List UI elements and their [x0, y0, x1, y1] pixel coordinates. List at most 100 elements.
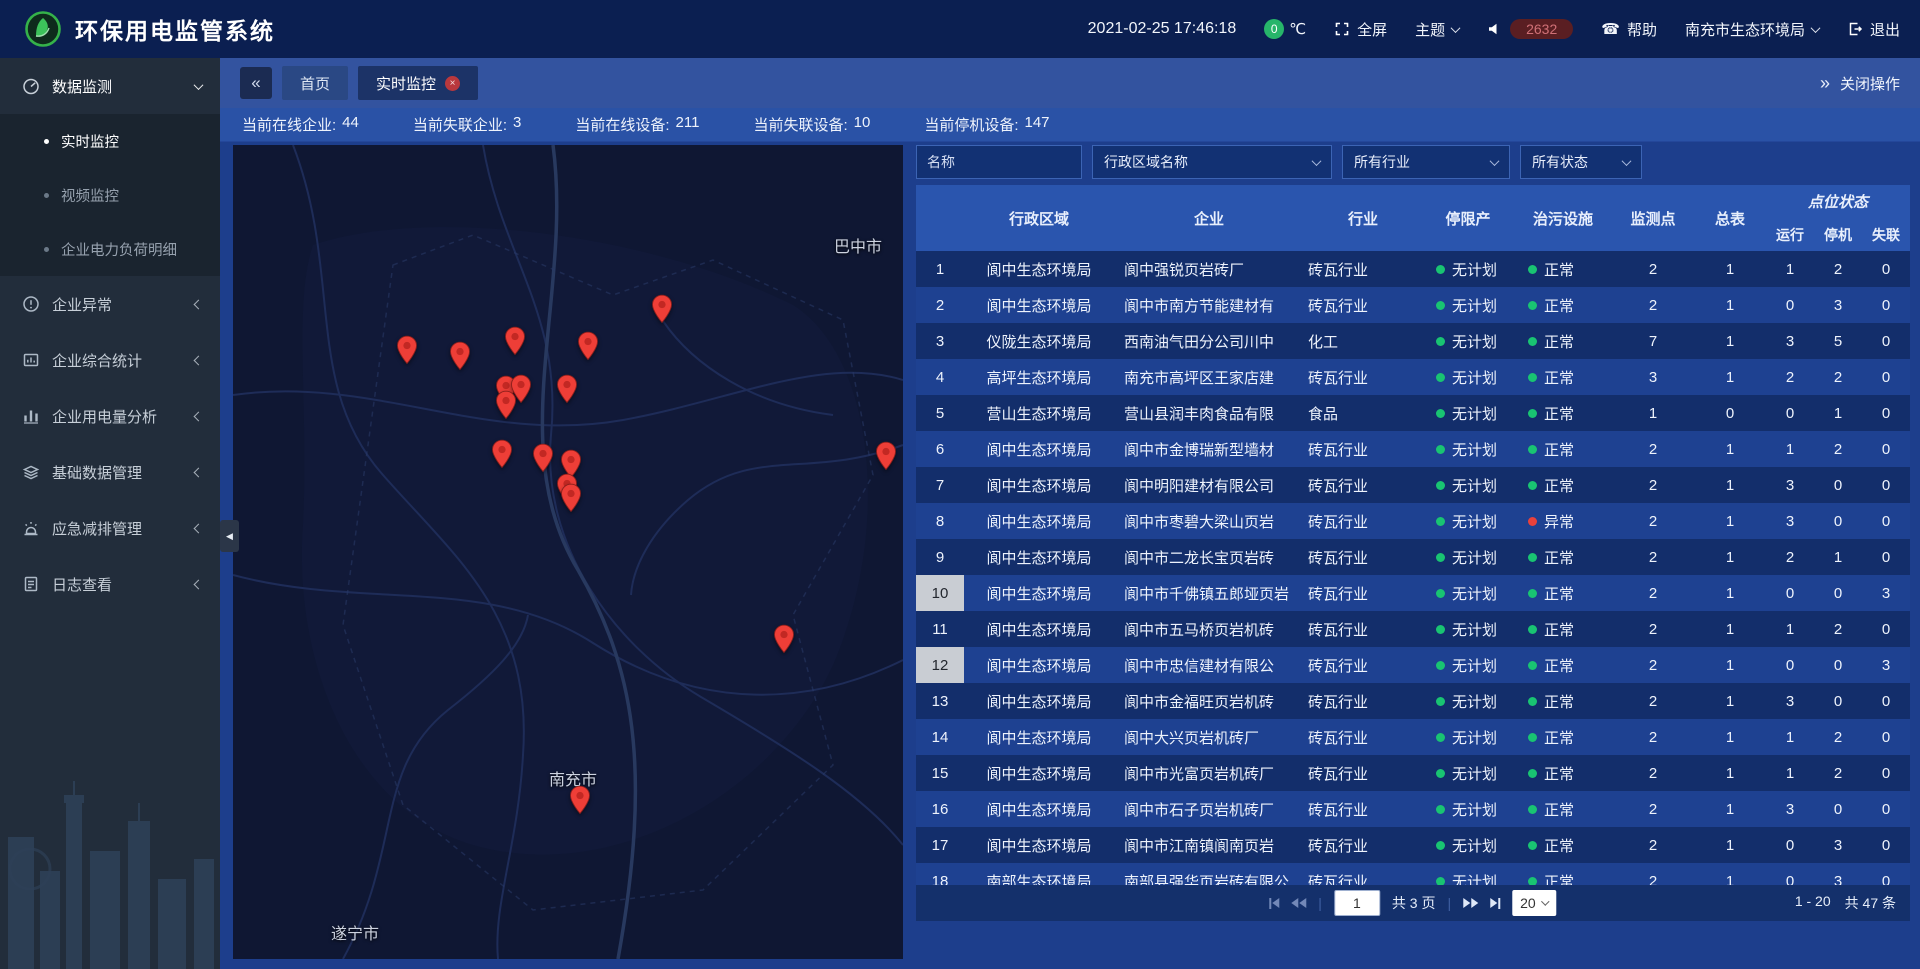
close-operations-button[interactable]: 关闭操作	[1840, 73, 1900, 94]
tab-home[interactable]: 首页	[282, 66, 348, 100]
next-page-button[interactable]	[1463, 898, 1478, 908]
table-row[interactable]: 10 阆中生态环境局 阆中市千佛镇五郎垭页岩 砖瓦行业 无计划	[916, 575, 1910, 611]
cell-disconnected: 0	[1862, 549, 1910, 566]
sidebar-item-realtime-monitor[interactable]: 实时监控	[0, 114, 220, 168]
cell-index: 13	[916, 683, 964, 719]
map-pin-icon[interactable]	[569, 785, 591, 814]
map-pin-icon[interactable]	[449, 341, 471, 370]
map-pin-icon[interactable]	[504, 326, 526, 355]
status-dot-icon	[1528, 553, 1537, 562]
fullscreen-label: 全屏	[1357, 19, 1387, 40]
cell-facility-status: 正常	[1514, 871, 1612, 886]
cell-running: 1	[1766, 261, 1814, 278]
map-pin-icon[interactable]	[491, 439, 513, 468]
cell-company: 阆中市江南镇阆南页岩	[1114, 835, 1304, 856]
scroll-tabs-right-button[interactable]: »	[1820, 67, 1830, 99]
map-pin-icon[interactable]	[556, 374, 578, 403]
table-row[interactable]: 18 南部生态环境局 南部县强华页岩砖有限公 砖瓦行业 无计划	[916, 863, 1910, 885]
cell-stopped: 2	[1814, 441, 1862, 458]
map-pin-icon[interactable]	[396, 335, 418, 364]
map-panel[interactable]: 巴中市 南充市 遂宁市	[233, 145, 903, 959]
table-row[interactable]: 15 阆中生态环境局 阆中市光富页岩机砖厂 砖瓦行业 无计划	[916, 755, 1910, 791]
cell-disconnected: 0	[1862, 873, 1910, 886]
status-dot-icon	[1436, 373, 1445, 382]
city-skyline-decoration	[0, 759, 220, 969]
cell-limit-status: 无计划	[1422, 403, 1514, 424]
status-dot-icon	[1528, 625, 1537, 634]
sidebar-subitem-label: 实时监控	[61, 131, 119, 152]
map-pin-icon[interactable]	[875, 441, 897, 470]
table-row[interactable]: 1 阆中生态环境局 阆中强锐页岩砖厂 砖瓦行业 无计划	[916, 251, 1910, 287]
prev-page-button[interactable]	[1291, 898, 1306, 908]
sidebar-item-data-monitoring[interactable]: 数据监测	[0, 58, 220, 114]
cell-company: 南充市高坪区王家店建	[1114, 367, 1304, 388]
table-row[interactable]: 12 阆中生态环境局 阆中市忠信建材有限公 砖瓦行业 无计划	[916, 647, 1910, 683]
close-tab-icon[interactable]: ×	[445, 76, 460, 91]
map-pin-icon[interactable]	[560, 483, 582, 512]
stat-item: 当前失联企业: 3	[413, 114, 522, 135]
fullscreen-button[interactable]: 全屏	[1334, 19, 1387, 40]
alerts-indicator[interactable]: 2632	[1487, 19, 1573, 39]
table-row[interactable]: 14 阆中生态环境局 阆中大兴页岩机砖厂 砖瓦行业 无计划	[916, 719, 1910, 755]
cell-total-meters: 1	[1694, 729, 1766, 746]
map-pin-icon[interactable]	[577, 331, 599, 360]
sidebar-item-video-monitor[interactable]: 视频监控	[0, 168, 220, 222]
name-filter-input[interactable]	[916, 145, 1082, 179]
region-filter-select[interactable]: 行政区域名称	[1092, 145, 1332, 179]
cell-index: 6	[916, 431, 964, 467]
org-label: 南充市生态环境局	[1685, 19, 1805, 40]
collapse-panel-button[interactable]: ◀	[220, 520, 239, 552]
cell-total-meters: 1	[1694, 621, 1766, 638]
cell-total-meters: 1	[1694, 513, 1766, 530]
total-pages-label: 共 3 页	[1392, 893, 1436, 913]
cell-company: 营山县润丰肉食品有限	[1114, 403, 1304, 424]
last-page-button[interactable]	[1490, 898, 1500, 909]
cell-monitor-points: 2	[1612, 729, 1694, 746]
sidebar-item-enterprise-abnormal[interactable]: 企业异常	[0, 276, 220, 332]
row-index: 16	[916, 791, 964, 827]
table-row[interactable]: 5 营山生态环境局 营山县润丰肉食品有限 食品 无计划	[916, 395, 1910, 431]
map-pin-icon[interactable]	[532, 443, 554, 472]
sidebar-item-power-load-detail[interactable]: 企业电力负荷明细	[0, 222, 220, 276]
table-row[interactable]: 16 阆中生态环境局 阆中市石子页岩机砖厂 砖瓦行业 无计划	[916, 791, 1910, 827]
table-row[interactable]: 4 高坪生态环境局 南充市高坪区王家店建 砖瓦行业 无计划	[916, 359, 1910, 395]
map-pin-icon[interactable]	[773, 624, 795, 653]
tab-realtime-monitor[interactable]: 实时监控 ×	[358, 66, 478, 100]
theme-menu[interactable]: 主题	[1415, 19, 1459, 40]
sidebar-item-enterprise-statistics[interactable]: 企业综合统计	[0, 332, 220, 388]
table-row[interactable]: 6 阆中生态环境局 阆中市金博瑞新型墙材 砖瓦行业 无计划	[916, 431, 1910, 467]
status-filter-select[interactable]: 所有状态	[1520, 145, 1642, 179]
help-button[interactable]: ☎ 帮助	[1601, 19, 1657, 40]
map-pin-icon[interactable]	[495, 390, 517, 419]
status-dot-icon	[1528, 661, 1537, 670]
sidebar-item-power-usage-analysis[interactable]: 企业用电量分析	[0, 388, 220, 444]
sidebar-item-base-data-management[interactable]: 基础数据管理	[0, 444, 220, 500]
table-row[interactable]: 3 仪陇生态环境局 西南油气田分公司川中 化工 无计划	[916, 323, 1910, 359]
table-row[interactable]: 13 阆中生态环境局 阆中市金福旺页岩机砖 砖瓦行业 无计划	[916, 683, 1910, 719]
page-size-select[interactable]: 20	[1512, 890, 1557, 916]
status-text: 无计划	[1452, 547, 1497, 568]
map-pin-icon[interactable]	[651, 294, 673, 323]
first-page-button[interactable]	[1269, 898, 1279, 909]
exit-icon	[1847, 21, 1863, 37]
stat-value: 44	[342, 114, 359, 135]
industry-filter-select[interactable]: 所有行业	[1342, 145, 1510, 179]
sidebar-item-emergency-reduction[interactable]: 应急减排管理	[0, 500, 220, 556]
sidebar-item-log-view[interactable]: 日志查看	[0, 556, 220, 612]
table-row[interactable]: 7 阆中生态环境局 阆中明阳建材有限公司 砖瓦行业 无计划	[916, 467, 1910, 503]
row-index: 8	[916, 503, 964, 539]
scroll-tabs-left-button[interactable]: «	[240, 67, 272, 99]
table-row[interactable]: 11 阆中生态环境局 阆中市五马桥页岩机砖 砖瓦行业 无计划	[916, 611, 1910, 647]
table-row[interactable]: 8 阆中生态环境局 阆中市枣碧大梁山页岩 砖瓦行业 无计划	[916, 503, 1910, 539]
page-number-input[interactable]	[1334, 890, 1380, 916]
cell-industry: 砖瓦行业	[1304, 763, 1422, 784]
org-menu[interactable]: 南充市生态环境局	[1685, 19, 1819, 40]
tab-label: 实时监控	[376, 73, 436, 94]
table-row[interactable]: 2 阆中生态环境局 阆中市南方节能建材有 砖瓦行业 无计划	[916, 287, 1910, 323]
logout-button[interactable]: 退出	[1847, 19, 1900, 40]
table-row[interactable]: 9 阆中生态环境局 阆中市二龙长宝页岩砖 砖瓦行业 无计划	[916, 539, 1910, 575]
cell-region: 高坪生态环境局	[964, 367, 1114, 388]
status-dot-icon	[1528, 517, 1537, 526]
table-row[interactable]: 17 阆中生态环境局 阆中市江南镇阆南页岩 砖瓦行业 无计划	[916, 827, 1910, 863]
col-facility-status: 治污设施	[1514, 185, 1612, 251]
